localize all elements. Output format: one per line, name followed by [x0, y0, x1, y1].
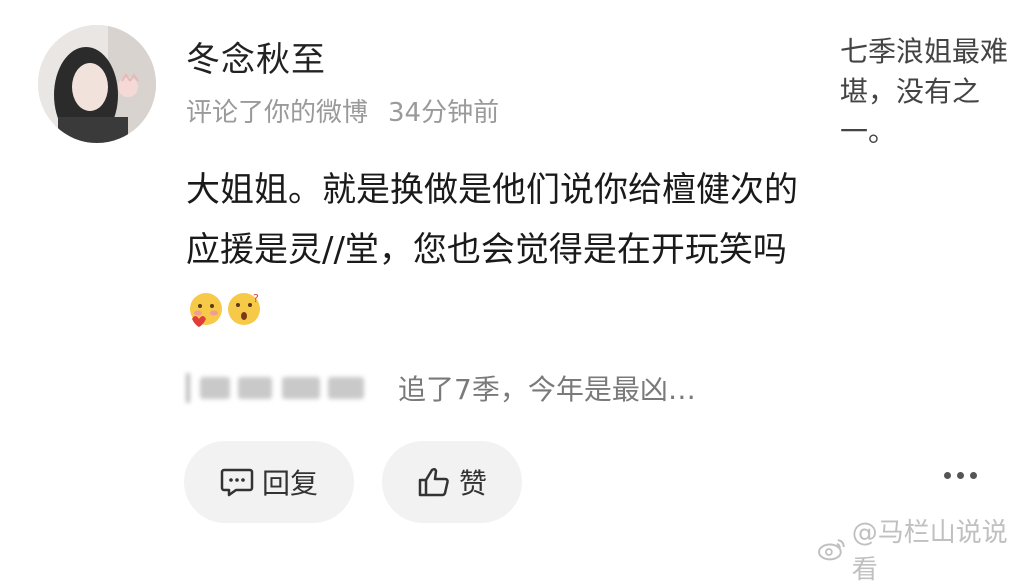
watermark: @马栏山说说看: [818, 512, 1032, 586]
weibo-logo-icon: [818, 539, 845, 561]
avatar[interactable]: [38, 25, 156, 143]
svg-text:?: ?: [253, 292, 259, 305]
reply-preview[interactable]: 追了7季，今年是最凶…: [186, 368, 696, 408]
action-text: 评论了你的微博: [186, 98, 369, 128]
like-label: 赞: [458, 467, 487, 500]
more-options-icon[interactable]: [944, 472, 977, 479]
quoted-post-text: 七季浪姐最难堪，没有之一。: [840, 35, 1009, 148]
watermark-text: @马栏山说说看: [851, 518, 1008, 585]
reply-button[interactable]: 回复: [184, 441, 354, 523]
like-button[interactable]: 赞: [382, 441, 522, 523]
reply-label: 回复: [261, 467, 318, 500]
blurred-reply-author: [186, 371, 372, 405]
dot: [970, 472, 977, 479]
thumbs-up-icon: [418, 467, 449, 497]
reply-preview-text: 追了7季，今年是最凶…: [398, 373, 696, 406]
quoted-post[interactable]: 七季浪姐最难堪，没有之一。: [840, 32, 1030, 152]
dot: [957, 472, 964, 479]
comment-body: 大姐姐。就是换做是他们说你给檀健次的应援是灵//堂，您也会觉得是在开玩笑吗: [186, 170, 798, 270]
timestamp: 34分钟前: [388, 98, 500, 128]
comment-icon: [220, 468, 254, 497]
username[interactable]: 冬念秋至: [186, 32, 326, 81]
surprised-question-emoji: ?: [228, 292, 260, 325]
blushing-heart-emoji: [190, 293, 222, 327]
comment-text: 大姐姐。就是换做是他们说你给檀健次的应援是灵//堂，您也会觉得是在开玩笑吗 ?: [186, 160, 816, 340]
avatar-image: [38, 25, 156, 143]
comment-meta: 评论了你的微博 34分钟前: [186, 92, 499, 129]
dot: [944, 472, 951, 479]
